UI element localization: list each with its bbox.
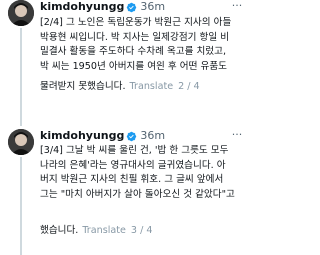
post-text: [3/4] 그날 박 씨를 울린 건, '밥 한 그릇도 모두 나라의 은혜'라… [40, 144, 246, 232]
username[interactable]: kimdohyungg [40, 0, 124, 14]
translate-link[interactable]: Translate [130, 81, 174, 92]
post-text-line: 박용현 씨입니다. 박 지사는 일제강점기 항일 비 [40, 31, 230, 43]
avatar[interactable] [8, 129, 34, 155]
post-text-line: 했습니다. [40, 225, 79, 236]
thread-post-2[interactable]: kimdohyungg 36m ··· [2/4] 그 노인은 독립운동가 박원… [0, 0, 250, 126]
post-text-line: 나라의 은혜'라는 영규대사의 글귀였습니다. 아 [40, 159, 226, 171]
post-text-line: 그는 "마치 아버지가 살아 돌아오신 것 같았다"고 [40, 189, 235, 201]
username[interactable]: kimdohyungg [40, 129, 124, 143]
post-header: kimdohyungg 36m [40, 0, 165, 14]
avatar[interactable] [8, 0, 34, 26]
translate-row: 물려받지 못했습니다. Translate 2 / 4 [40, 80, 200, 94]
verified-badge-icon [126, 2, 137, 13]
post-text-line: 물려받지 못했습니다. [40, 81, 126, 92]
thread-counter: 2 / 4 [178, 81, 200, 92]
thread-post-3[interactable]: kimdohyungg 36m ··· [3/4] 그날 박 씨를 울린 건, … [0, 124, 250, 255]
post-header: kimdohyungg 36m [40, 129, 165, 143]
more-options-icon[interactable]: ··· [230, 0, 244, 13]
post-text-line: 박 씨는 1950년 아버지를 여읜 후 어떤 유품도 [40, 61, 227, 73]
translate-link[interactable]: Translate [82, 225, 126, 236]
post-time[interactable]: 36m [140, 129, 165, 143]
post-text-line: 밀결사 활동을 주도하다 수차례 옥고를 치렀고, [40, 46, 226, 58]
post-time[interactable]: 36m [140, 0, 165, 14]
post-text-line: 버지 박원근 지사의 친필 휘호. 그 글씨 앞에서 [40, 174, 224, 186]
more-options-icon[interactable]: ··· [230, 128, 244, 142]
thread-counter: 3 / 4 [130, 225, 153, 236]
translate-row: 했습니다. Translate 3 / 4 [40, 224, 152, 238]
thread-connector-line [20, 157, 22, 255]
post-text-line: [2/4] 그 노인은 독립운동가 박원근 지사의 아들 [40, 17, 232, 28]
post-text-line: [3/4] 그날 박 씨를 울린 건, '밥 한 그릇도 모두 [40, 145, 229, 156]
verified-badge-icon [126, 131, 137, 142]
thread-connector-line [20, 28, 22, 126]
